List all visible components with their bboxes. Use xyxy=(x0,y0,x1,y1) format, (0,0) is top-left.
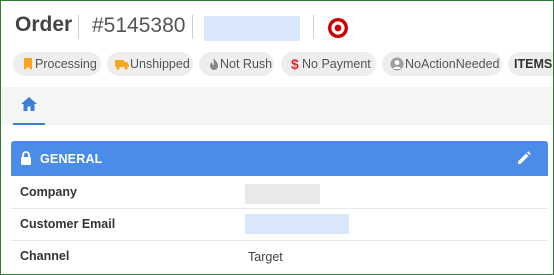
redacted-customer-name xyxy=(204,16,300,41)
home-icon xyxy=(21,97,37,111)
field-label: Channel xyxy=(20,249,70,263)
order-page: Order #5145380 Processing Unshipped Not … xyxy=(0,0,554,275)
status-pill-unshipped[interactable]: Unshipped xyxy=(107,52,193,76)
tab-home[interactable] xyxy=(13,87,45,125)
redacted-company-value xyxy=(245,184,320,204)
status-pill-label: No Payment xyxy=(302,57,371,71)
status-pill-processing[interactable]: Processing xyxy=(13,52,101,76)
target-bullseye-icon xyxy=(328,18,348,38)
status-pill-label: ITEMS xyxy=(514,57,553,71)
page-title: Order xyxy=(15,13,73,36)
field-row-customer-email: Customer Email xyxy=(11,209,548,241)
header-divider xyxy=(78,15,79,39)
field-row-company: Company xyxy=(11,177,548,209)
field-row-channel: Channel Target xyxy=(11,241,548,272)
header-divider xyxy=(313,15,314,39)
person-icon xyxy=(390,57,404,71)
svg-text:$: $ xyxy=(291,57,299,71)
status-pill-no-payment[interactable]: $ No Payment xyxy=(281,52,376,76)
status-pill-no-action-needed[interactable]: NoActionNeeded xyxy=(382,52,502,76)
status-pill-items[interactable]: ITEMS xyxy=(508,52,553,76)
truck-icon xyxy=(115,60,129,70)
order-header: Order #5145380 xyxy=(1,1,553,51)
order-number: #5145380 xyxy=(92,14,186,37)
lock-icon xyxy=(21,151,31,165)
field-label: Customer Email xyxy=(20,217,116,231)
status-pill-label: Unshipped xyxy=(130,57,190,71)
bookmark-icon xyxy=(24,58,32,70)
dollar-icon: $ xyxy=(291,57,299,71)
status-pill-not-rush[interactable]: Not Rush xyxy=(199,52,274,76)
general-section-header: GENERAL xyxy=(11,141,548,176)
status-pill-label: NoActionNeeded xyxy=(405,57,500,71)
status-pill-label: Not Rush xyxy=(220,57,273,71)
fire-icon xyxy=(210,58,218,70)
tab-bar xyxy=(1,87,553,125)
status-pill-label: Processing xyxy=(35,57,97,71)
general-section: GENERAL Company Customer Email Channel T… xyxy=(11,141,548,274)
section-title: GENERAL xyxy=(40,152,103,166)
redacted-email-value xyxy=(245,214,349,234)
field-value: Target xyxy=(248,250,283,264)
field-label: Company xyxy=(20,185,77,199)
status-pill-bar: Processing Unshipped Not Rush $ No Payme… xyxy=(13,52,553,76)
edit-pencil-icon[interactable] xyxy=(517,151,531,165)
header-divider xyxy=(192,15,193,39)
